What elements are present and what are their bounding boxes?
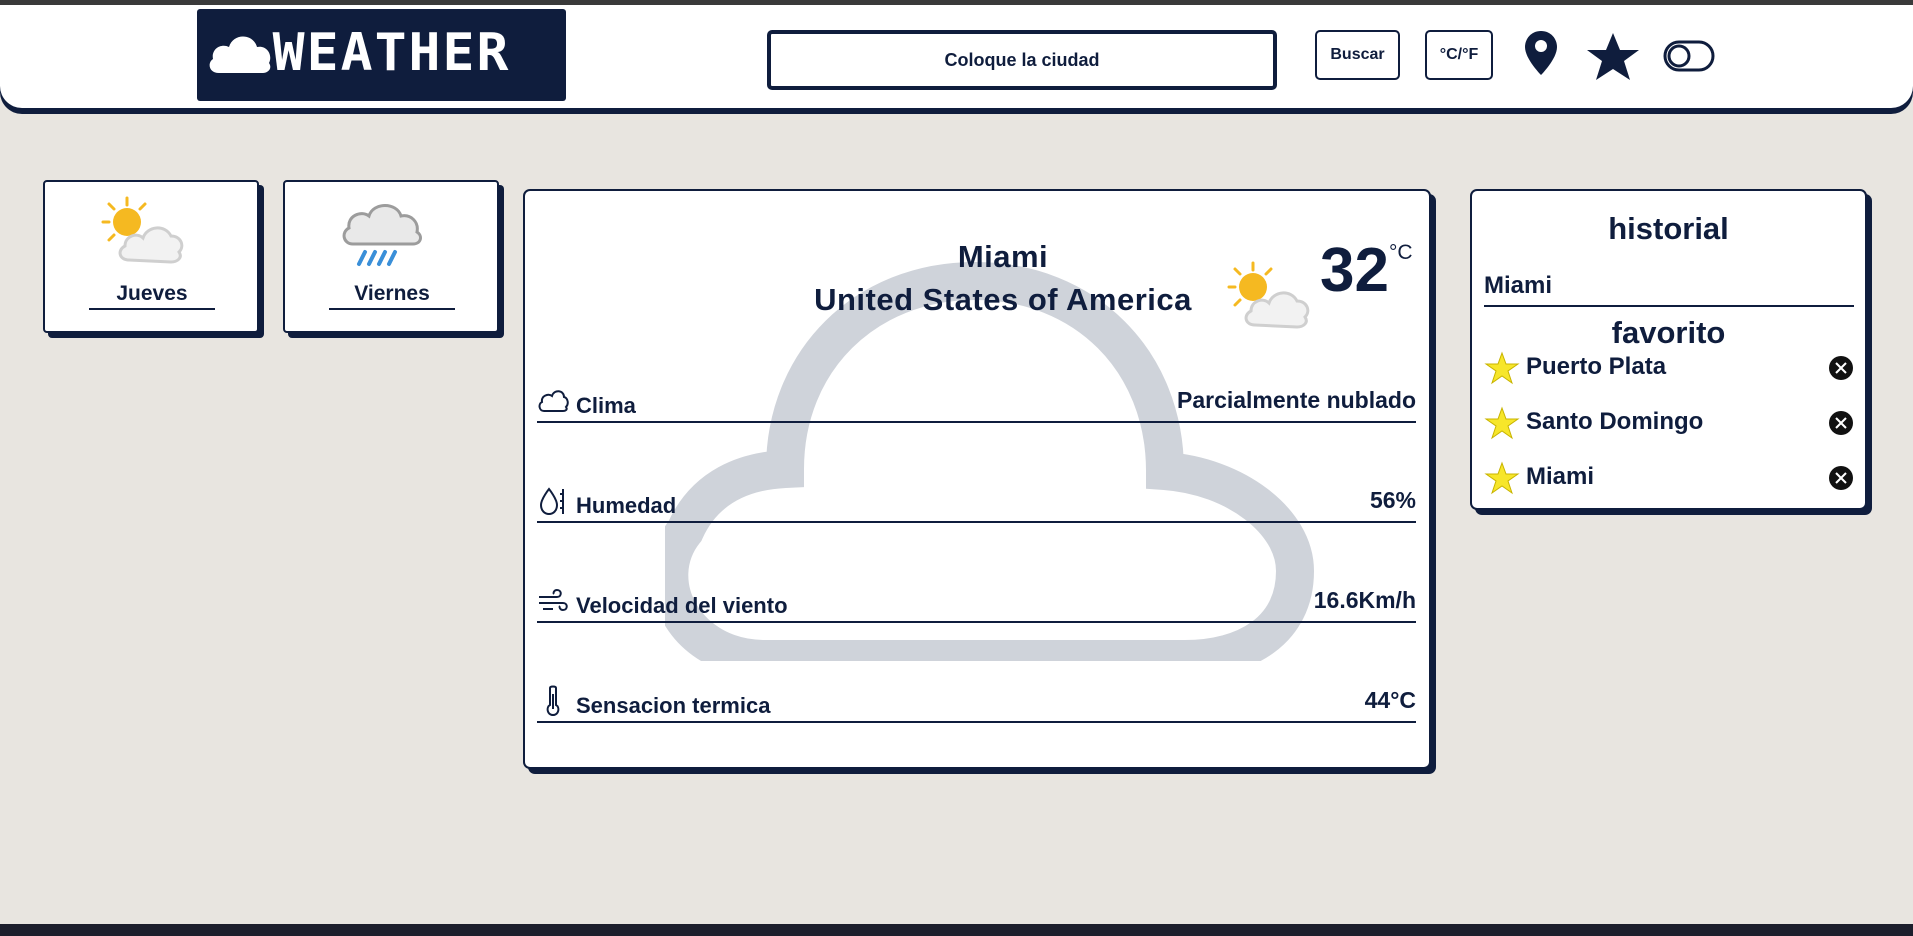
os-taskbar bbox=[0, 924, 1913, 936]
app-logo[interactable]: WEATHER bbox=[197, 9, 566, 101]
star-icon bbox=[1484, 461, 1520, 495]
unit-toggle-button[interactable]: °C/°F bbox=[1425, 30, 1493, 80]
detail-label: Sensacion termica bbox=[576, 693, 771, 718]
favorite-item[interactable]: Puerto Plata bbox=[1484, 349, 1854, 389]
detail-row-clima: Clima Parcialmente nublado bbox=[537, 381, 1416, 423]
detail-value: 44°C bbox=[1364, 687, 1416, 713]
temperature-unit: °C bbox=[1389, 241, 1413, 264]
remove-favorite-icon[interactable] bbox=[1828, 465, 1854, 491]
favorite-name: Santo Domingo bbox=[1526, 408, 1704, 435]
detail-label: Velocidad del viento bbox=[576, 593, 788, 618]
theme-toggle-icon[interactable] bbox=[1663, 39, 1715, 73]
detail-label: Clima bbox=[576, 393, 636, 418]
history-title: historial bbox=[1608, 211, 1729, 246]
logo-text: WEATHER bbox=[272, 23, 511, 83]
star-icon bbox=[1484, 351, 1520, 385]
detail-value: 56% bbox=[1369, 487, 1416, 513]
detail-label: Humedad bbox=[576, 493, 677, 518]
forecast-day-label: Viernes bbox=[329, 282, 455, 310]
search-button[interactable]: Buscar bbox=[1315, 30, 1400, 80]
remove-favorite-icon[interactable] bbox=[1828, 410, 1854, 436]
temperature-value: 32 bbox=[1320, 236, 1389, 305]
logo-cloud-icon bbox=[209, 36, 271, 73]
favorite-item[interactable]: Santo Domingo bbox=[1484, 404, 1854, 444]
favorite-name: Puerto Plata bbox=[1526, 353, 1667, 380]
remove-favorite-icon[interactable] bbox=[1828, 355, 1854, 381]
detail-value: 16.6Km/h bbox=[1313, 587, 1416, 613]
forecast-card-jueves[interactable]: Jueves bbox=[43, 180, 259, 333]
favorites-title: favorito bbox=[1611, 315, 1726, 350]
detail-value: Parcialmente nublado bbox=[1176, 387, 1416, 413]
partly-cloudy-icon bbox=[101, 196, 184, 264]
city-search-input[interactable] bbox=[767, 30, 1277, 90]
app-header: WEATHER Buscar °C/°F bbox=[0, 5, 1913, 108]
partly-cloudy-icon bbox=[1227, 261, 1310, 329]
thermometer-icon bbox=[546, 685, 560, 717]
cloud-outline-icon bbox=[538, 390, 569, 412]
wind-icon bbox=[539, 588, 568, 612]
city-name: Miami bbox=[957, 239, 1049, 274]
detail-row-humedad: Humedad 56% bbox=[537, 481, 1416, 523]
history-item[interactable]: Miami bbox=[1484, 267, 1854, 307]
forecast-card-viernes[interactable]: Viernes bbox=[283, 180, 499, 333]
rain-cloud-icon bbox=[342, 204, 422, 266]
history-favorites-panel: historial Miami favorito Puerto Plata Sa… bbox=[1470, 189, 1867, 510]
detail-row-sensacion: Sensacion termica 44°C bbox=[537, 681, 1416, 723]
forecast-day-label: Jueves bbox=[89, 282, 215, 310]
favorite-star-icon[interactable] bbox=[1584, 31, 1642, 83]
detail-row-viento: Velocidad del viento 16.6Km/h bbox=[537, 581, 1416, 623]
country-name: United States of America bbox=[814, 282, 1192, 317]
star-icon bbox=[1484, 406, 1520, 440]
favorite-item[interactable]: Miami bbox=[1484, 459, 1854, 499]
location-pin-icon[interactable] bbox=[1523, 29, 1559, 77]
humidity-icon bbox=[539, 487, 564, 516]
favorite-name: Miami bbox=[1526, 463, 1595, 490]
